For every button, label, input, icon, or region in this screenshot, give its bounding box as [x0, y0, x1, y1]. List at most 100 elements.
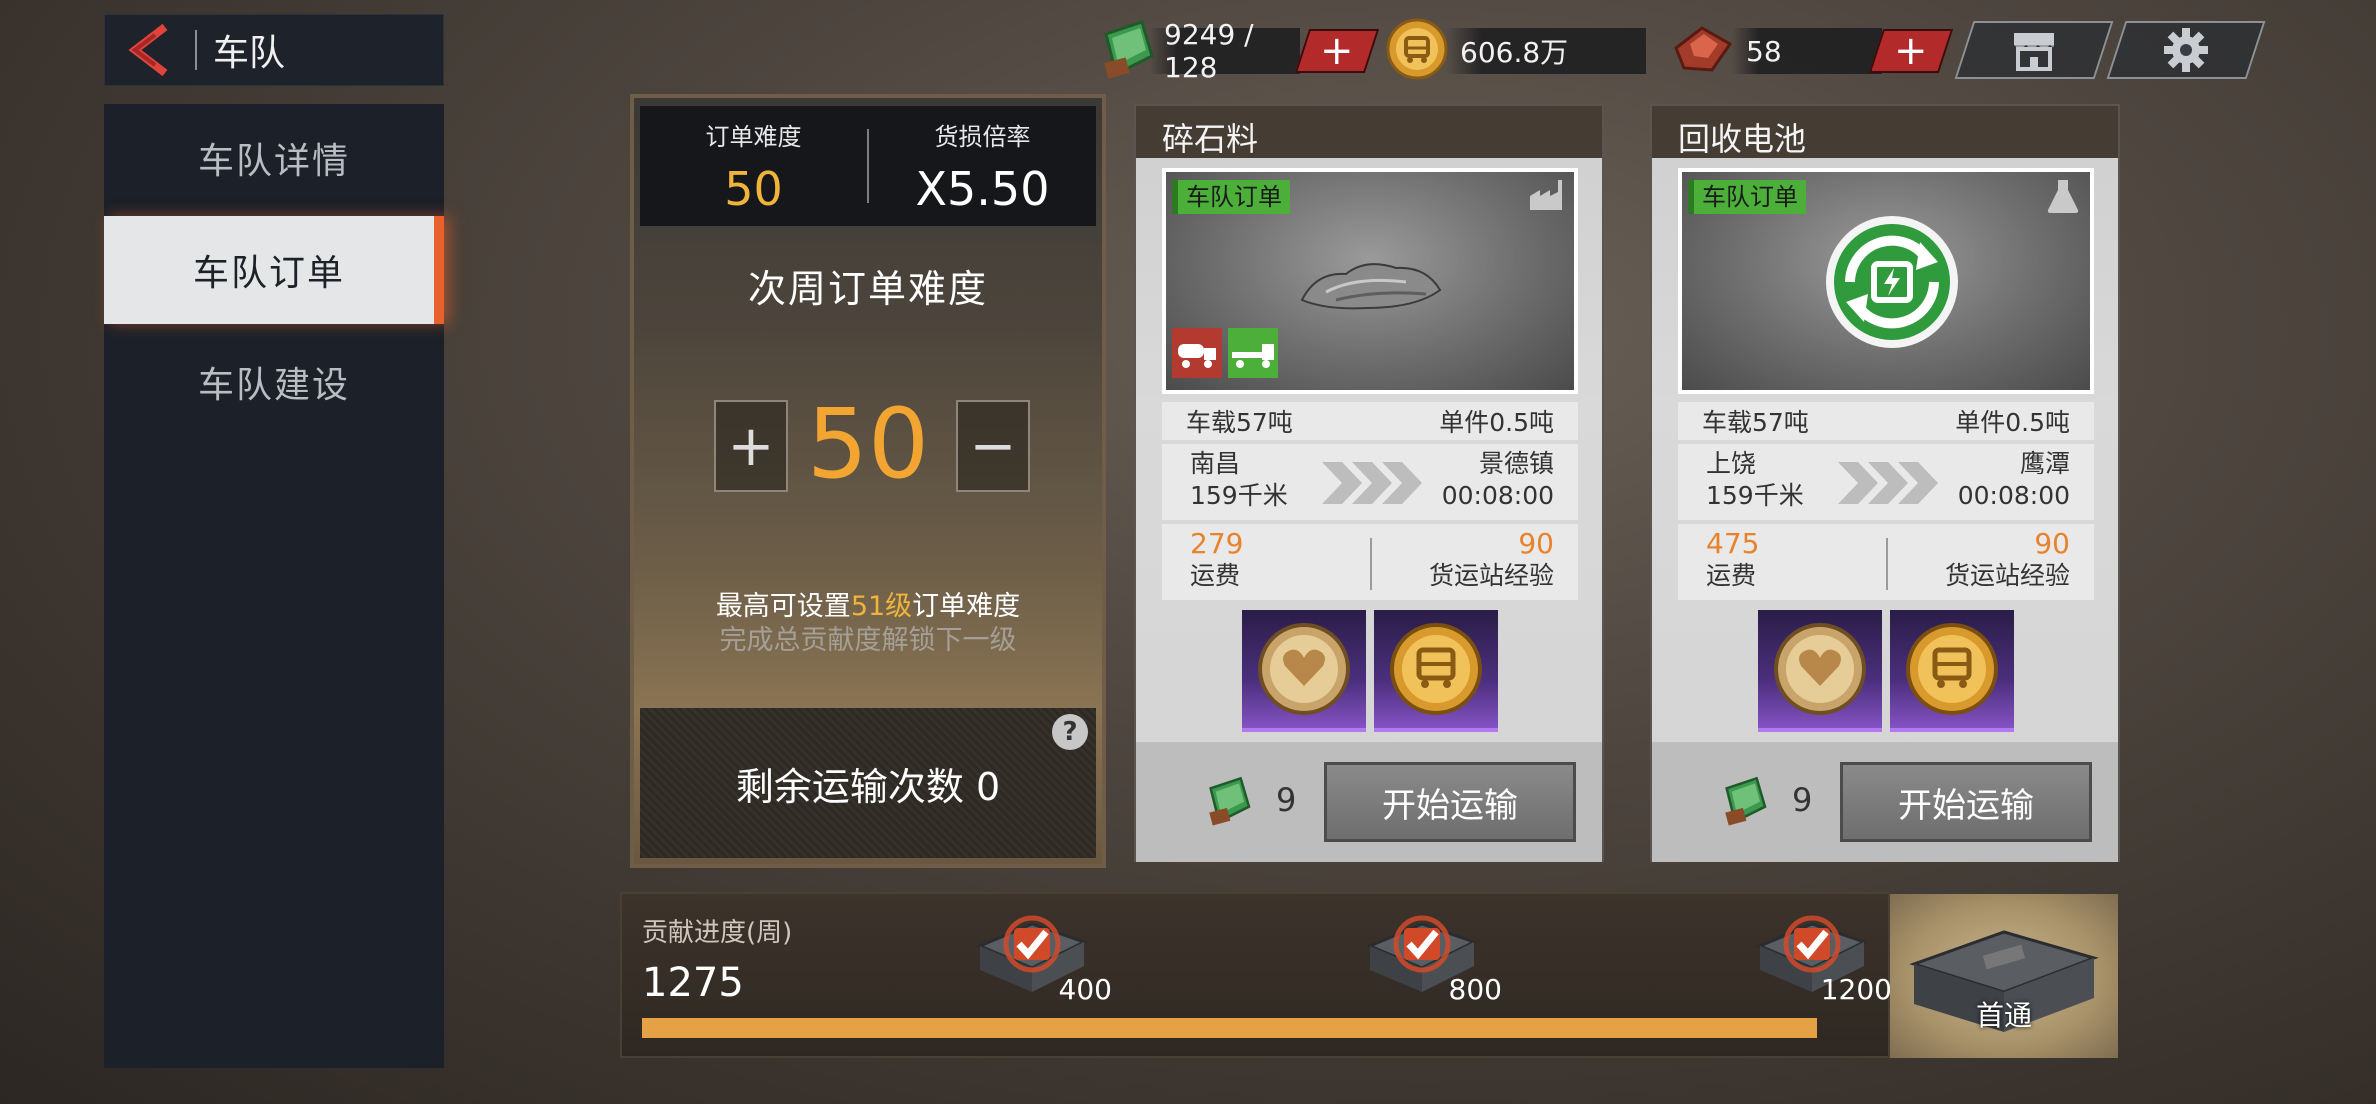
remaining-trips-box: 剩余运输次数 0 ? [640, 708, 1096, 858]
contribution-progress-panel: 贡献进度(周) 1275 400 800 1200 [620, 892, 1892, 1058]
page-title: 车队 [213, 33, 286, 74]
reward-row: 279 运费 90 货运站经验 [1162, 524, 1578, 600]
cargo-image: 车队订单 [1678, 168, 2094, 394]
milestone-reward[interactable]: 1200 [1752, 906, 1892, 1006]
origin-city: 南昌 [1190, 449, 1241, 478]
contribution-label: 贡献进度(周) [642, 918, 793, 948]
order-difficulty-value: 50 [724, 161, 783, 216]
stamina-cost-value: 9 [1792, 781, 1813, 819]
settings-button[interactable] [2106, 21, 2266, 79]
order-card: 碎石料 车队订单 车载57吨 单件0.5吨 南昌 159千米 景德镇 00:08:0… [1134, 104, 1604, 862]
plus-icon: + [1320, 28, 1354, 74]
tanker-truck-icon [1172, 328, 1222, 378]
load-row: 车载57吨 单件0.5吨 [1678, 402, 2094, 440]
sidebar-item-fleet-orders[interactable]: 车队订单 [104, 216, 444, 324]
coin-value: 606.8万 [1446, 28, 1646, 74]
order-footer: 9 开始运输 [1136, 742, 1602, 862]
contribution-value: 1275 [642, 960, 744, 1006]
milestone-value: 1200 [1820, 973, 1892, 1006]
remaining-trips-label: 剩余运输次数 0 [735, 764, 1001, 809]
first-clear-reward[interactable]: 首通 [1890, 894, 2118, 1058]
reward-row: 475 运费 90 货运站经验 [1678, 524, 2094, 600]
fee-label: 运费 [1706, 561, 1757, 590]
order-difficulty-label: 订单难度 [705, 122, 802, 151]
back-button[interactable] [105, 14, 195, 86]
sidebar-item-fleet-building[interactable]: 车队建设 [104, 328, 444, 436]
bus-medal-icon [1390, 623, 1482, 715]
shop-icon [2014, 33, 2054, 71]
shop-button[interactable] [1954, 21, 2114, 79]
order-footer: 9 开始运输 [1652, 742, 2118, 862]
order-card: 回收电池 车队订单 车载57吨 单件0.5吨 上饶 159千米 鹰潭 00:08:0… [1650, 104, 2120, 862]
gear-icon [2164, 28, 2208, 72]
factory-icon [1530, 180, 1562, 210]
load-capacity: 车载57吨 [1186, 408, 1293, 437]
first-clear-label: 首通 [1975, 999, 2032, 1032]
order-tag: 车队订单 [1688, 180, 1806, 214]
gem-value: 58 [1732, 28, 1882, 74]
reward-item-coin[interactable] [1374, 610, 1498, 732]
fee-label: 运费 [1190, 561, 1241, 590]
fee-value: 279 [1190, 527, 1244, 560]
unlock-hint: 完成总贡献度解锁下一级 [719, 625, 1017, 656]
milestone-value: 400 [1058, 973, 1112, 1006]
stamina-icon [1098, 16, 1158, 80]
header-separator [195, 30, 197, 70]
milestone-reward[interactable]: 800 [1362, 906, 1502, 1006]
milestone-value: 800 [1448, 973, 1502, 1006]
heart-medal-icon [1774, 623, 1866, 715]
stamina-icon [1725, 776, 1767, 826]
flask-icon [2047, 180, 2079, 213]
coin-icon [1386, 18, 1448, 80]
divider [1370, 538, 1372, 590]
back-arrow-icon[interactable] [123, 23, 177, 77]
stamina-cost: 9 [1720, 772, 1812, 828]
increase-difficulty-button[interactable]: + [714, 400, 788, 492]
start-transport-button[interactable]: 开始运输 [1324, 762, 1576, 842]
cargo-image: 车队订单 [1162, 168, 1578, 394]
exp-label: 货运站经验 [1944, 561, 2070, 590]
help-button[interactable]: ? [1052, 714, 1088, 750]
current-difficulty-summary: 订单难度 50 货损倍率 X5.50 [640, 106, 1096, 226]
difficulty-panel: 订单难度 50 货损倍率 X5.50 次周订单难度 + 50 − 最高可设置51… [630, 94, 1106, 868]
sidebar-item-fleet-details[interactable]: 车队详情 [104, 104, 444, 212]
next-week-difficulty-title: 次周订单难度 [747, 267, 988, 311]
route-row: 上饶 159千米 鹰潭 00:08:00 [1678, 444, 2094, 520]
travel-time: 00:08:00 [1441, 481, 1554, 510]
stamina-icon [1209, 776, 1251, 826]
next-week-difficulty-value: 50 [806, 388, 930, 500]
add-stamina-button[interactable]: + [1294, 28, 1380, 74]
route-row: 南昌 159千米 景德镇 00:08:00 [1162, 444, 1578, 520]
gravel-pile-icon [1300, 263, 1442, 310]
stamina-cost: 9 [1204, 772, 1296, 828]
plus-icon: + [1894, 28, 1928, 74]
route-arrows-icon [1838, 462, 1938, 504]
exp-value: 90 [1518, 527, 1554, 560]
contribution-progress-fill [642, 1018, 1817, 1038]
travel-time: 00:08:00 [1957, 481, 2070, 510]
unit-weight: 单件0.5吨 [1955, 408, 2070, 437]
reward-item-heart[interactable] [1242, 610, 1366, 732]
load-capacity: 车载57吨 [1702, 408, 1809, 437]
destination-city: 鹰潭 [2019, 449, 2070, 478]
reward-item-coin[interactable] [1890, 610, 2014, 732]
stamina-cost-value: 9 [1276, 781, 1297, 819]
gem-icon [1672, 22, 1736, 78]
stamina-value: 9249 / 128 [1150, 18, 1300, 84]
recycle-battery-icon [1826, 216, 1958, 348]
sidebar: 车队详情 车队订单 车队建设 [104, 104, 444, 1068]
origin-city: 上饶 [1706, 449, 1757, 478]
load-row: 车载57吨 单件0.5吨 [1162, 402, 1578, 440]
reward-item-heart[interactable] [1758, 610, 1882, 732]
top-header: 车队 [104, 14, 444, 86]
unit-weight: 单件0.5吨 [1439, 408, 1554, 437]
add-gems-button[interactable]: + [1868, 28, 1954, 74]
contribution-progress-bar [642, 1018, 1817, 1038]
milestone-reward[interactable]: 400 [972, 906, 1112, 1006]
decrease-difficulty-button[interactable]: − [956, 400, 1030, 492]
start-transport-button[interactable]: 开始运输 [1840, 762, 2092, 842]
fee-value: 475 [1706, 527, 1760, 560]
destination-city: 景德镇 [1478, 449, 1554, 478]
order-title: 碎石料 [1136, 106, 1602, 158]
damage-rate-label: 货损倍率 [934, 122, 1031, 151]
